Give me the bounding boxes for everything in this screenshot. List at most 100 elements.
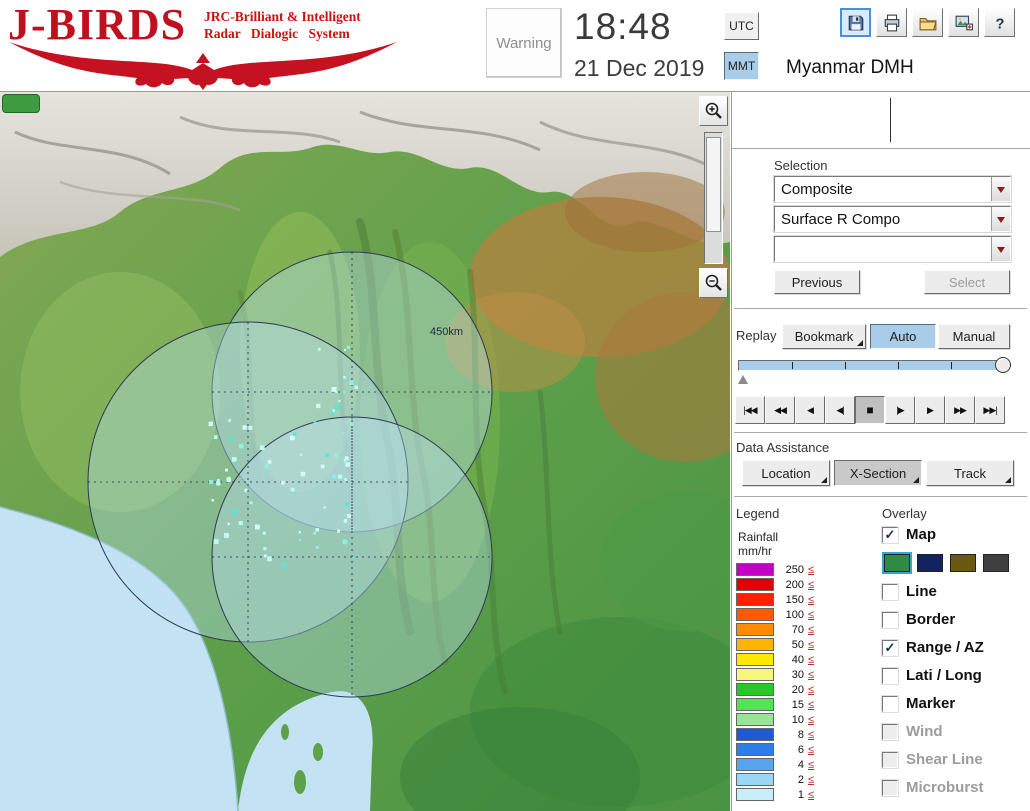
checkbox-map[interactable]: ✓: [882, 526, 898, 543]
dropdown-arrow-button[interactable]: [991, 207, 1010, 231]
warning-button[interactable]: Warning: [486, 8, 562, 78]
dropdown-arrow-button[interactable]: [991, 237, 1010, 261]
overlay-item-marker[interactable]: Marker: [882, 695, 1028, 712]
selection-dropdown-3[interactable]: [774, 236, 1011, 262]
overlay-item-range-az[interactable]: ✓ Range / AZ: [882, 639, 1028, 656]
range-ring-label: 450km: [430, 326, 463, 338]
radar-map[interactable]: 450km: [0, 92, 730, 811]
overlay-item-border[interactable]: Border: [882, 611, 1028, 628]
bookmark-label: Bookmark: [794, 329, 854, 344]
capture-button[interactable]: [948, 8, 979, 37]
help-button[interactable]: ?: [984, 8, 1015, 37]
playback-fast-forward-button[interactable]: ▶▶: [945, 396, 975, 424]
overlay-item-microburst[interactable]: Microburst: [882, 779, 1028, 796]
map-color-swatch-0[interactable]: [882, 552, 912, 574]
legend-value: 150: [785, 593, 804, 606]
lte-symbol: ≤: [808, 773, 815, 786]
overlay-item-label: Line: [906, 583, 937, 600]
zoom-slider-thumb[interactable]: [706, 137, 721, 232]
legend-color-swatch: [736, 593, 774, 606]
legend-row: 200 ≤: [736, 577, 814, 592]
map-color-swatch-3[interactable]: [983, 554, 1009, 572]
legend-value: 50: [791, 638, 804, 651]
utc-button[interactable]: UTC: [724, 12, 759, 40]
location-button[interactable]: Location: [742, 460, 830, 486]
timeline-tick: [845, 362, 846, 369]
overlay-item-line[interactable]: Line: [882, 583, 1028, 600]
playback-step-back-button[interactable]: ◀|: [825, 396, 855, 424]
previous-button[interactable]: Previous: [774, 270, 860, 294]
lte-symbol: ≤: [808, 758, 815, 771]
header-bar: J-BIRDS JRC-Brilliant & Intelligent Rada…: [0, 0, 1030, 92]
map-color-swatch-1[interactable]: [917, 554, 943, 572]
zoom-slider-track[interactable]: [704, 132, 723, 264]
print-button[interactable]: [876, 8, 907, 37]
legend-value: 15: [791, 698, 804, 711]
zoom-in-button[interactable]: [699, 96, 728, 126]
playback-fast-rewind-button[interactable]: ◀◀: [765, 396, 795, 424]
save-button[interactable]: [840, 8, 871, 37]
auto-button[interactable]: Auto: [870, 324, 936, 349]
overlay-item-label: Microburst: [906, 779, 984, 796]
clock-date: 21 Dec 2019: [574, 55, 705, 81]
selection-dropdown-1[interactable]: Composite: [774, 176, 1011, 202]
playback-play-button[interactable]: ▶: [915, 396, 945, 424]
map-color-swatch-2[interactable]: [950, 554, 976, 572]
legend-color-swatch: [736, 743, 774, 756]
playback-step-forward-button[interactable]: |▶: [885, 396, 915, 424]
dropdown-arrow-button[interactable]: [991, 177, 1010, 201]
overlay-item-lati-long[interactable]: Lati / Long: [882, 667, 1028, 684]
replay-label: Replay: [736, 328, 777, 343]
rainfall-legend: 250 ≤200 ≤150 ≤100 ≤70 ≤50 ≤40 ≤30 ≤20 ≤15 ≤10 ≤8 ≤6…: [736, 562, 814, 802]
overlay-item-shear-line[interactable]: Shear Line: [882, 751, 1028, 768]
replay-timeline-slider[interactable]: [738, 357, 1011, 373]
chevron-down-icon: [997, 247, 1005, 257]
mmt-button[interactable]: MMT: [724, 52, 759, 80]
checkbox-line[interactable]: [882, 583, 898, 600]
checkbox-lati-long[interactable]: [882, 667, 898, 684]
legend-value: 10: [791, 713, 804, 726]
selection-label: Selection: [774, 158, 828, 173]
jbirds-logo: J-BIRDS JRC-Brilliant & Intelligent Rada…: [6, 0, 416, 92]
open-folder-icon: [919, 17, 937, 30]
checkbox-range-az[interactable]: ✓: [882, 639, 898, 656]
legend-value: 250: [785, 563, 804, 576]
playback-jump-end-button[interactable]: ▶▶|: [975, 396, 1005, 424]
station-list-box[interactable]: [732, 92, 1030, 149]
radar-map-area[interactable]: 450km: [0, 92, 730, 811]
legend-row: 40 ≤: [736, 652, 814, 667]
bookmark-button[interactable]: Bookmark: [782, 324, 866, 349]
lte-symbol: ≤: [808, 683, 815, 696]
checkbox-wind[interactable]: [882, 723, 898, 740]
overlay-item-map[interactable]: ✓ Map: [882, 526, 1028, 543]
select-button[interactable]: Select: [924, 270, 1010, 294]
selection-dropdown-2[interactable]: Surface R Compo: [774, 206, 1011, 232]
track-button[interactable]: Track: [926, 460, 1014, 486]
legend-value: 40: [791, 653, 804, 666]
zoom-out-button[interactable]: [699, 268, 728, 298]
menu-corner-icon: [1005, 477, 1011, 483]
overlay-item-label: Wind: [906, 723, 943, 740]
playback-play-reverse-button[interactable]: ◀: [795, 396, 825, 424]
checkbox-shear-line[interactable]: [882, 751, 898, 768]
lte-symbol: ≤: [808, 608, 815, 621]
playback-stop-button[interactable]: ■: [855, 396, 885, 424]
legend-unit-line2: mm/hr: [738, 544, 772, 558]
checkbox-marker[interactable]: [882, 695, 898, 712]
control-panel: Selection Composite Surface R Compo Prev…: [731, 92, 1030, 811]
playback-jump-start-button[interactable]: |◀◀: [735, 396, 765, 424]
overlay-item-wind[interactable]: Wind: [882, 723, 1028, 740]
lte-symbol: ≤: [808, 593, 815, 606]
x-section-button[interactable]: X-Section: [834, 460, 922, 486]
legend-color-swatch: [736, 758, 774, 771]
legend-color-swatch: [736, 713, 774, 726]
warning-label: Warning: [496, 34, 552, 52]
manual-button[interactable]: Manual: [938, 324, 1010, 349]
legend-value: 200: [785, 578, 804, 591]
checkbox-microburst[interactable]: [882, 779, 898, 796]
playback-controls: |◀◀ ◀◀ ◀ ◀| ■ |▶ ▶ ▶▶ ▶▶|: [735, 396, 1005, 424]
timeline-thumb[interactable]: [995, 357, 1011, 373]
open-button[interactable]: [912, 8, 943, 37]
checkbox-border[interactable]: [882, 611, 898, 628]
legend-label: Legend: [736, 506, 780, 521]
